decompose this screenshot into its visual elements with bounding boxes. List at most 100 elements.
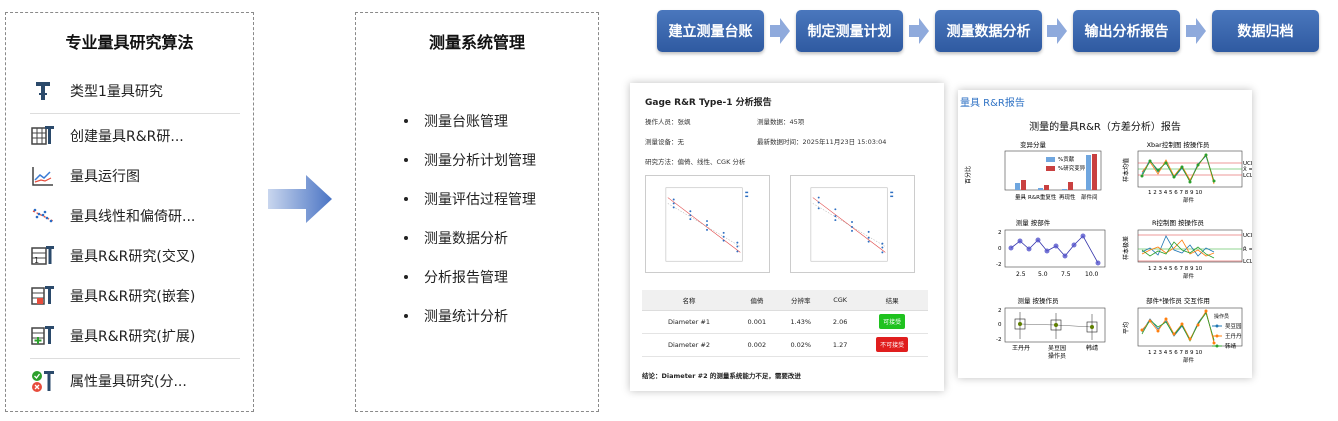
mgmt-label: 测量台账管理 (424, 113, 508, 130)
divider (30, 113, 240, 114)
algo-label: 量具R&R研究(嵌套) (70, 289, 196, 305)
variance-cat-repeat: R&R重复性 (1028, 193, 1057, 201)
by-part-tick: 7.5 (1061, 271, 1071, 278)
algo-item-type1[interactable]: 类型1量具研究 (30, 71, 240, 111)
algo-label: 量具线性和偏倚研... (70, 209, 196, 225)
mgmt-item-analysis[interactable]: 测量数据分析 (404, 218, 536, 257)
attribute-icon (30, 368, 56, 394)
results-header-row: 名称 偏倚 分辨率 CGK 结果 (642, 290, 928, 311)
management-list: 测量台账管理 测量分析计划管理 测量评估过程管理 测量数据分析 分析报告管理 测… (404, 101, 536, 335)
algo-item-attribute[interactable]: 属性量具研究(分... (30, 361, 240, 401)
bullet-icon (404, 235, 408, 240)
gage-rr-report-card: 量具 R&R报告 测量的量具R&R（方差分析）报告 变异分量 百分比 %贡献 %… (958, 90, 1252, 378)
interaction-xlabel: 部件 (1183, 356, 1195, 364)
by-operator-ym2: -2 (996, 337, 1001, 343)
step-arrow-icon (909, 18, 929, 44)
by-operator-op2: 吴豆园 (1048, 345, 1066, 352)
interaction-legend-op2: 王丹丹 (1225, 333, 1242, 340)
management-panel-title: 测量系统管理 (428, 33, 525, 52)
step-make-plan[interactable]: 制定测量计划 (796, 10, 903, 52)
bullet-icon (404, 157, 408, 162)
r-chart-title: R控制图 按操作员 (1152, 218, 1205, 227)
mgmt-label: 分析报告管理 (424, 269, 508, 286)
cell-bias: 0.002 (736, 333, 778, 357)
algo-item-crossed[interactable]: 1 量具R&R研究(交叉) (30, 236, 240, 276)
bullet-icon (404, 313, 408, 318)
xbar-ylabel: 样本均值 (1122, 158, 1130, 182)
legend-contribution: %贡献 (1058, 155, 1075, 163)
variance-cat-gage: 量具 (1015, 194, 1027, 201)
table-row: Diameter #1 0.001 1.43% 2.06 可接受 (642, 310, 928, 334)
cell-name: Diameter #2 (642, 333, 737, 357)
by-part-tick: 10.0 (1085, 271, 1099, 278)
mgmt-item-report[interactable]: 分析报告管理 (404, 257, 536, 296)
bias-linearity-chart-2 (790, 175, 915, 273)
expanded-icon (30, 323, 56, 349)
algo-item-nested[interactable]: 量具R&R研究(嵌套) (30, 276, 240, 316)
by-part-ym2: -2 (996, 262, 1001, 268)
mgmt-item-ledger[interactable]: 测量台账管理 (404, 101, 536, 140)
r-chart-mean: R̄ = 0.3417 (1243, 246, 1252, 253)
col-bias: 偏倚 (736, 290, 778, 311)
col-resolution: 分辨率 (777, 290, 824, 311)
algo-item-linearity[interactable]: 量具线性和偏倚研... (30, 196, 240, 236)
cell-cgk: 2.06 (823, 310, 857, 334)
by-operator-y0: 0 (998, 322, 1002, 328)
xbar-lcl: LCL=-0.3482 (1243, 173, 1252, 179)
xbar-mean: X̄ = 0.0014 (1243, 166, 1252, 173)
algo-item-expanded[interactable]: 量具R&R研究(扩展) (30, 316, 240, 356)
interaction-legend-op1: 吴豆园 (1225, 323, 1242, 330)
step-arrow-icon (1047, 18, 1067, 44)
report-device: 测量设备：无 (645, 138, 684, 146)
col-result: 结果 (856, 290, 928, 311)
xbar-ticks: 1 2 3 4 5 6 7 8 9 10 (1148, 190, 1203, 196)
step-output-report[interactable]: 输出分析报告 (1073, 10, 1180, 52)
bullet-icon (404, 274, 408, 279)
rr-six-pack-chart: 变异分量 百分比 %贡献 %研究变异 量具 R&R重复性 再现性 部件间 Xba… (964, 140, 1252, 364)
algo-item-create-rr[interactable]: 创建量具R&R研... (30, 116, 240, 156)
cell-cgk: 1.27 (823, 333, 857, 357)
variance-cat-reprod: 再现性 (1059, 193, 1076, 201)
legend-study-var: %研究变异 (1058, 164, 1086, 172)
by-part-tick: 5.0 (1038, 271, 1048, 278)
by-part-tick: 2.5 (1016, 271, 1026, 278)
run-chart-icon (30, 163, 56, 189)
cell-resolution: 0.02% (777, 333, 824, 357)
r-chart-xlabel: 部件 (1183, 272, 1195, 280)
cell-bias: 0.001 (736, 310, 778, 334)
interaction-ticks: 1 2 3 4 5 6 7 8 9 10 (1148, 350, 1203, 356)
mgmt-item-evaluation[interactable]: 测量评估过程管理 (404, 179, 536, 218)
caliper-icon (30, 78, 56, 104)
step-create-ledger[interactable]: 建立测量台账 (657, 10, 764, 52)
by-operator-y2: 2 (998, 308, 1002, 314)
mgmt-label: 测量数据分析 (424, 230, 508, 247)
report-data-count: 测量数据：45项 (757, 118, 805, 126)
by-operator-xlabel: 操作员 (1048, 352, 1066, 360)
step-archive[interactable]: 数据归档 (1212, 10, 1319, 52)
cell-resolution: 1.43% (777, 310, 824, 334)
algorithm-panel: 专业量具研究算法 类型1量具研究 创建量具R&R研... 量具运行图 量具线性和… (5, 12, 254, 412)
r-chart-lcl: LCL=0.0000 (1243, 259, 1252, 265)
algo-item-run-chart[interactable]: 量具运行图 (30, 156, 240, 196)
by-operator-title: 测量 按操作员 (1017, 296, 1059, 305)
r-chart-ylabel: 样本极差 (1122, 236, 1130, 260)
mgmt-item-plan[interactable]: 测量分析计划管理 (404, 140, 536, 179)
right-arrow-icon (268, 175, 332, 223)
report-conclusion: 结论：Diameter #2 的测量系统能力不足，需要改进 (642, 372, 801, 380)
by-part-y0: 0 (998, 246, 1002, 252)
interaction-title: 部件*操作员 交互作用 (1146, 296, 1210, 305)
mgmt-item-statistics[interactable]: 测量统计分析 (404, 296, 536, 335)
cell-name: Diameter #1 (642, 310, 737, 334)
divider (30, 358, 240, 359)
type1-report-card: Gage R&R Type-1 分析报告 操作人员：张飒 测量数据：45项 测量… (630, 83, 944, 391)
nested-icon (30, 283, 56, 309)
interaction-legend-title: 操作员 (1214, 313, 1229, 320)
bullet-icon (404, 196, 408, 201)
cell-result: 可接受 (856, 310, 928, 334)
mgmt-label: 测量统计分析 (424, 308, 508, 325)
xbar-title: Xbar控制图 按操作员 (1147, 140, 1210, 149)
interaction-legend-op3: 韩靖 (1225, 342, 1237, 350)
variance-title: 变异分量 (1020, 140, 1047, 149)
step-data-analysis[interactable]: 测量数据分析 (935, 10, 1042, 52)
report-updated: 最新数据时间：2025年11月23日 15:03:04 (757, 138, 887, 146)
